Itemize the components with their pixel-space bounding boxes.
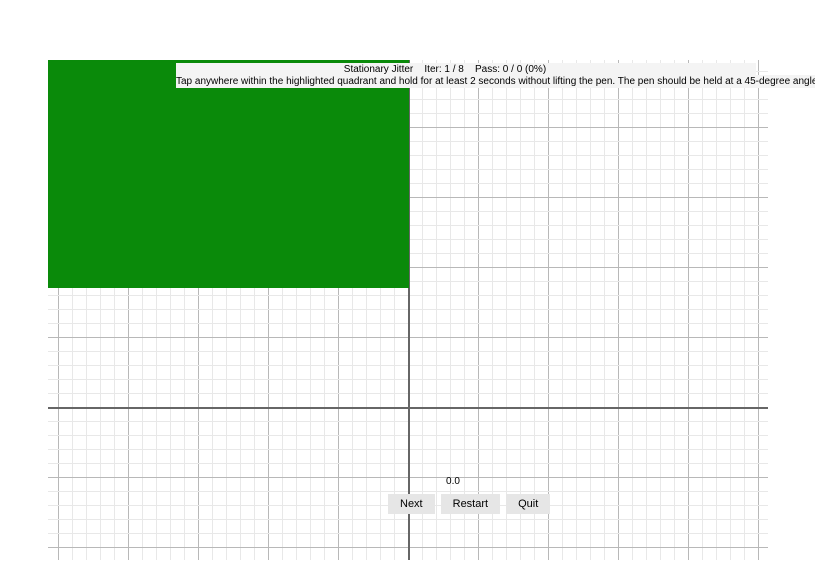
iter-value: 1 / 8 — [444, 64, 463, 75]
restart-button[interactable]: Restart — [441, 494, 500, 514]
highlighted-quadrant[interactable] — [48, 60, 409, 288]
timer-readout: 0.0 — [446, 476, 460, 487]
pass-value: 0 / 0 (0%) — [503, 64, 546, 75]
quit-button[interactable]: Quit — [506, 494, 550, 514]
pass-label: Pass: — [475, 64, 500, 75]
iter-label: Iter: — [424, 64, 441, 75]
instruction-text: Tap anywhere within the highlighted quad… — [176, 75, 815, 88]
next-button[interactable]: Next — [388, 494, 435, 514]
test-name: Stationary Jitter — [344, 64, 413, 75]
button-row: Next Restart Quit — [388, 494, 550, 514]
